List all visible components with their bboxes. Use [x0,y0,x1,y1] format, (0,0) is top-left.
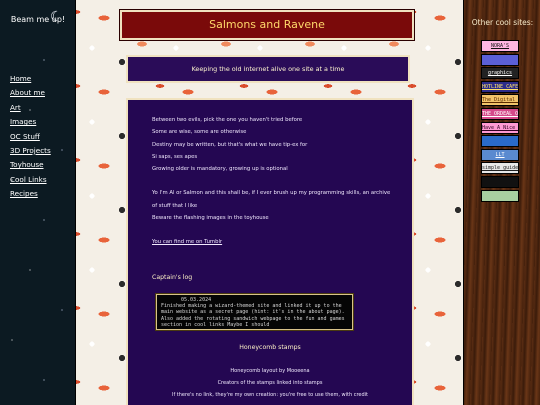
nav-item-about-me: About me [10,80,51,97]
nav-item-oc-stuff: OC Stuff [10,124,51,141]
site-badge[interactable] [481,53,519,66]
site-badge-digital-island[interactable]: The Digital Island [481,94,519,107]
page-title: Salmons and Ravene [209,18,325,31]
quote-line: Some are wise, some are otherwise [152,129,247,136]
nav-item-3d-projects: 3D Projects [10,138,51,155]
site-badge-ordeal[interactable]: THE ORDEAL OF FINALLY DYING [481,107,519,120]
site-badge-nice-day[interactable]: Have A Nice Day [481,121,519,134]
other-sites-heading: Other cool sites: [471,18,534,27]
quote-line: Between two evils, pick the one you have… [152,117,303,123]
captains-log-box[interactable]: 05.03.2024 Finished making a wizard-them… [155,293,354,331]
stamps-credit-line: Honeycomb layout by Mooeena [230,368,310,374]
stamps-credit-line: If there's no link, they're my own creat… [171,392,369,398]
quote-line: Destiny may be written, but that's what … [152,141,308,148]
warning-line: Beware the flashing images in the toyhou… [152,215,269,222]
tagline: Keeping the old internet alive one site … [191,65,345,73]
bio-line: Yo I'm Al or Salmon and this shall be, i… [152,190,391,209]
quote-line: Si saps, ses apes [152,153,198,160]
nav-link-recipes[interactable]: Recipes [10,189,38,198]
nav-item-home: Home [10,66,51,83]
site-badge-graphics[interactable]: graphics [481,67,519,80]
tagline-banner: Keeping the old internet alive one site … [126,55,410,83]
main-content: Between two evils, pick the one you have… [126,98,414,405]
right-sidebar: Other cool sites: NORA'S graphics HOTLIN… [463,0,540,405]
site-badge-llt[interactable]: LLT [481,148,519,161]
tumblr-link[interactable]: You can find me on Tumblr [152,239,222,245]
site-badge[interactable] [481,189,519,202]
intro-text: Between two evils, pick the one you have… [152,114,392,249]
quote-line: Growing older is mandatory, growing up i… [152,166,288,173]
captains-log-heading: Captain's log [152,274,193,281]
site-badge[interactable] [481,135,519,148]
stamps-heading: Honeycomb stamps [239,344,301,351]
sidebar-nav: Home About me Art Images OC Stuff 3D Pro… [10,66,51,198]
site-badge[interactable] [481,175,519,188]
site-badge-noras[interactable]: NORA'S [481,40,519,52]
nav-item-images: Images [10,109,51,126]
stamps-credits: Honeycomb layout by Mooeena Creators of … [128,365,412,401]
site-badges: NORA'S graphics HOTLINE CAFE The Digital… [481,40,519,203]
site-badge-simple-guide[interactable]: simple guide [481,162,519,175]
site-header: Salmons and Ravene [119,9,415,41]
site-badge-hotline-cafe[interactable]: HOTLINE CAFE [481,80,519,93]
crescent-moon-icon: ☾ [50,9,63,25]
left-sidebar: Beam me up! ☾ Home About me Art Images O… [0,0,76,405]
stamps-credit-line: Creators of the stamps linked into stamp… [217,380,323,386]
log-entry-text: Finished making a wizard-themed site and… [161,303,345,328]
nav-item-cool-links: Cool Links [10,167,51,184]
tumblr-line: You can find me on Tumblr [152,236,392,248]
